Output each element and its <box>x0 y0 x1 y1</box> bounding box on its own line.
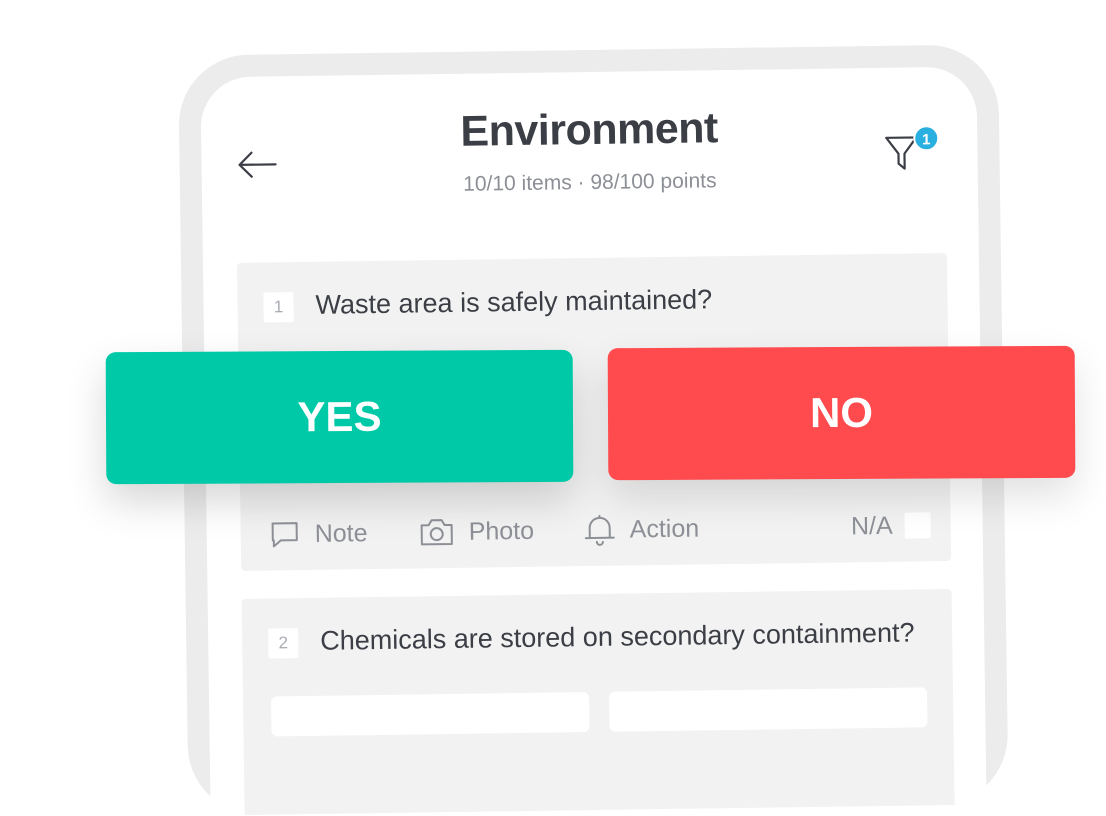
photo-label: Photo <box>468 516 535 546</box>
comment-icon <box>271 522 298 548</box>
question-number: 2 <box>268 628 299 659</box>
no-button[interactable]: NO <box>607 345 1076 481</box>
answer-no-slot[interactable] <box>608 687 928 732</box>
note-label: Note <box>314 518 368 548</box>
question-actions: Note Photo Action N/A <box>268 505 931 554</box>
photo-button[interactable]: Photo <box>418 511 534 553</box>
question-card: 2 Chemicals are stored on secondary cont… <box>241 588 955 816</box>
answer-yes-slot[interactable] <box>270 692 590 737</box>
bell-icon <box>584 514 615 546</box>
question-text: Chemicals are stored on secondary contai… <box>320 617 915 656</box>
question-number: 1 <box>263 292 294 323</box>
filter-count-badge: 1 <box>913 125 940 152</box>
action-label: Action <box>629 513 700 543</box>
na-label: N/A <box>850 511 893 540</box>
na-option[interactable]: N/A <box>851 505 931 546</box>
action-button[interactable]: Action <box>583 508 699 550</box>
filter-button[interactable]: 1 <box>883 125 944 178</box>
yes-button[interactable]: YES <box>105 349 574 485</box>
page-title: Environment <box>460 104 719 156</box>
camera-icon <box>420 519 453 546</box>
na-checkbox[interactable] <box>904 512 931 539</box>
question-text: Waste area is safely maintained? <box>315 284 713 320</box>
note-button[interactable]: Note <box>268 513 368 554</box>
page-subtitle: 10/10 items · 98/100 points <box>463 169 717 196</box>
